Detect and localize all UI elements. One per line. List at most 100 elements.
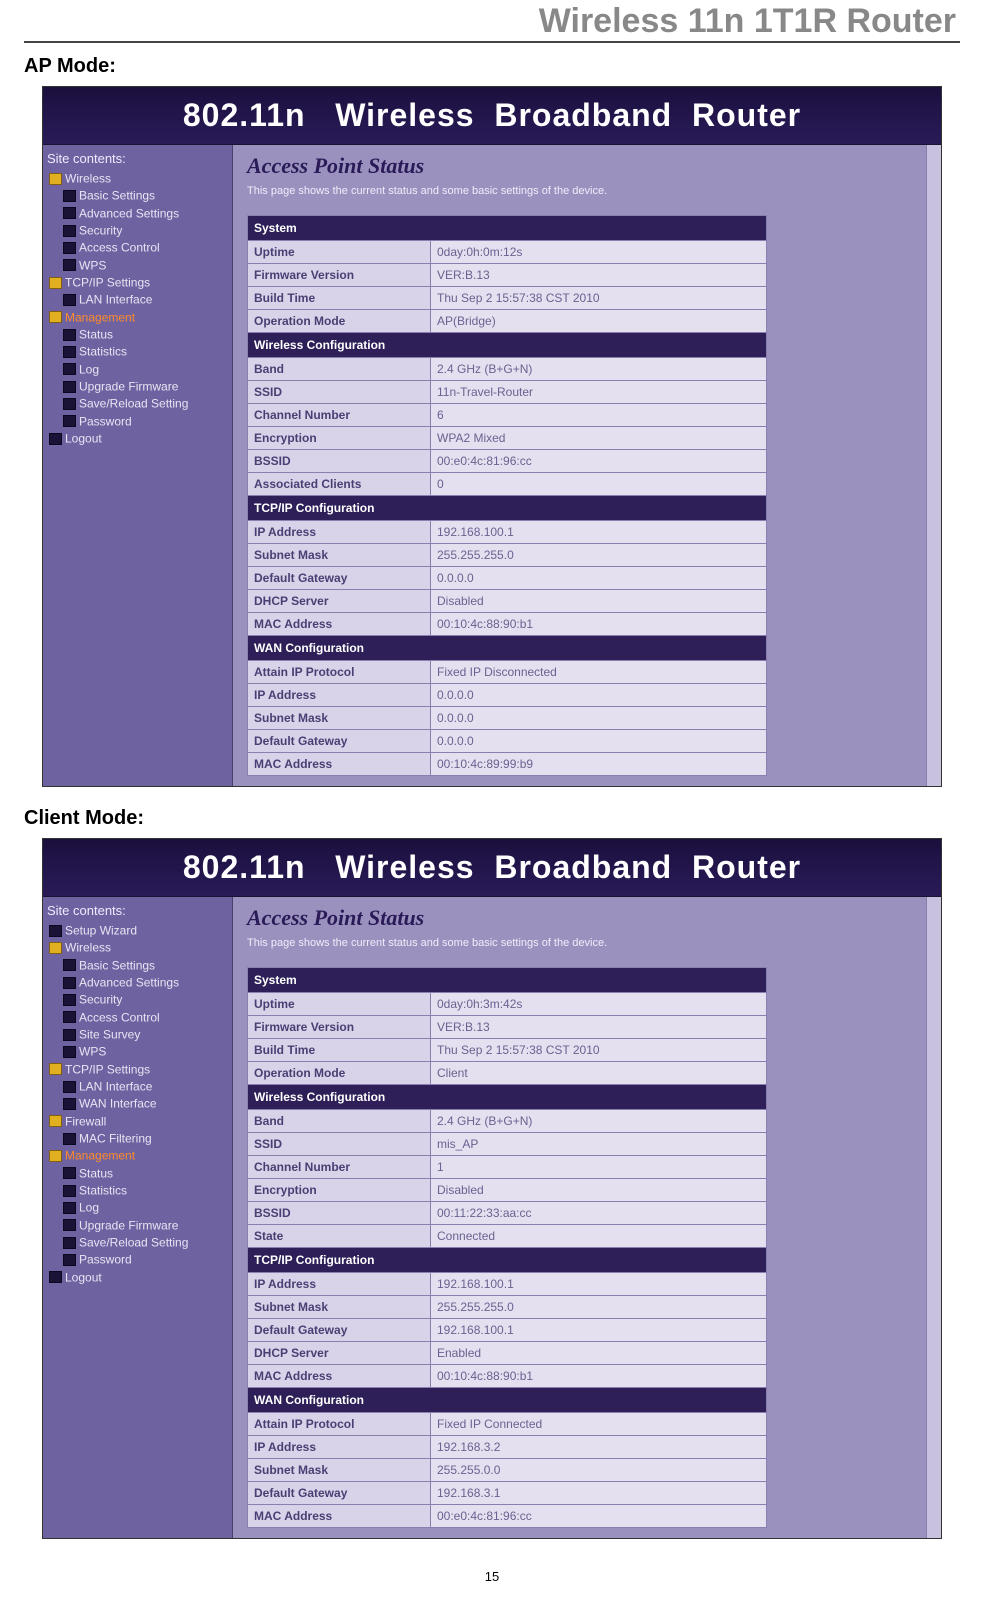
nav-item-wps[interactable]: WPS [63, 1043, 228, 1060]
nav-item-basic-settings[interactable]: Basic Settings [63, 187, 228, 204]
nav-item-security[interactable]: Security [63, 222, 228, 239]
scrollbar[interactable] [926, 897, 941, 1538]
row-value: Disabled [431, 590, 767, 613]
nav-item-password[interactable]: Password [63, 413, 228, 430]
nav-folder-management[interactable]: ManagementStatusStatisticsLogUpgrade Fir… [49, 309, 228, 430]
nav-label: Security [79, 993, 122, 1007]
nav-label: Security [79, 223, 122, 237]
nav-item-wps[interactable]: WPS [63, 257, 228, 274]
nav-item-password[interactable]: Password [63, 1251, 228, 1268]
nav-item-status[interactable]: Status [63, 1165, 228, 1182]
table-row: Band2.4 GHz (B+G+N) [248, 358, 767, 381]
table-row: Attain IP ProtocolFixed IP Connected [248, 1413, 767, 1436]
page-icon [49, 925, 62, 937]
nav-item-advanced-settings[interactable]: Advanced Settings [63, 205, 228, 222]
row-label: Default Gateway [248, 1319, 431, 1342]
table-row: Uptime0day:0h:0m:12s [248, 241, 767, 264]
row-label: DHCP Server [248, 590, 431, 613]
status-table: SystemUptime0day:0h:0m:12sFirmware Versi… [247, 215, 767, 776]
page-icon [49, 433, 62, 445]
nav-item-access-control[interactable]: Access Control [63, 239, 228, 256]
nav-folder-tcp-ip-settings[interactable]: TCP/IP SettingsLAN Interface [49, 274, 228, 309]
nav-item-setup-wizard[interactable]: Setup Wizard [49, 922, 228, 939]
page-icon [63, 1029, 76, 1041]
row-label: IP Address [248, 1436, 431, 1459]
page-icon [63, 398, 76, 410]
nav-item-upgrade-firmware[interactable]: Upgrade Firmware [63, 378, 228, 395]
nav-folder-management[interactable]: ManagementStatusStatisticsLogUpgrade Fir… [49, 1147, 228, 1268]
row-label: Uptime [248, 241, 431, 264]
row-value: 11n-Travel-Router [431, 381, 767, 404]
nav-folder-wireless[interactable]: Wireless Basic SettingsAdvanced Settings S… [49, 939, 228, 1060]
nav-item-lan-interface[interactable]: LAN Interface [63, 291, 228, 308]
table-row: Subnet Mask255.255.0.0 [248, 1459, 767, 1482]
row-label: Default Gateway [248, 567, 431, 590]
page-icon [63, 994, 76, 1006]
page-icon [63, 329, 76, 341]
page-icon [63, 242, 76, 254]
nav-folder-wireless[interactable]: Wireless Basic SettingsAdvanced SettingsS… [49, 170, 228, 274]
row-value: 192.168.3.1 [431, 1482, 767, 1505]
table-row: Subnet Mask0.0.0.0 [248, 707, 767, 730]
row-label: Attain IP Protocol [248, 1413, 431, 1436]
nav-label: Statistics [79, 345, 127, 359]
row-value: 00:11:22:33:aa:cc [431, 1202, 767, 1225]
page-icon [63, 1133, 76, 1145]
row-value: 0.0.0.0 [431, 567, 767, 590]
nav-label: Wireless [65, 171, 111, 185]
row-label: Subnet Mask [248, 544, 431, 567]
nav-item-logout[interactable]: Logout [49, 1269, 228, 1286]
scrollbar[interactable] [926, 145, 941, 786]
table-row: Channel Number1 [248, 1156, 767, 1179]
nav-label: Wireless [65, 941, 111, 955]
nav-label: Log [79, 362, 99, 376]
nav-item-advanced-settings[interactable]: Advanced Settings [63, 974, 228, 991]
main-panel: Access Point Status This page shows the … [233, 145, 926, 786]
row-value: Fixed IP Connected [431, 1413, 767, 1436]
nav-item-mac-filtering[interactable]: MAC Filtering [63, 1130, 228, 1147]
section-heading: System [248, 968, 767, 993]
page-icon [63, 1098, 76, 1110]
nav-item-statistics[interactable]: Statistics [63, 343, 228, 360]
nav-item-upgrade-firmware[interactable]: Upgrade Firmware [63, 1217, 228, 1234]
row-value: VER:B.13 [431, 1016, 767, 1039]
nav-item-lan-interface[interactable]: LAN Interface [63, 1078, 228, 1095]
nav-item-save-reload-setting[interactable]: Save/Reload Setting [63, 395, 228, 412]
table-row: Operation ModeAP(Bridge) [248, 310, 767, 333]
row-label: Build Time [248, 287, 431, 310]
page-icon [63, 294, 76, 306]
nav-item-log[interactable]: Log [63, 1199, 228, 1216]
nav-label: WAN Interface [79, 1097, 157, 1111]
nav-item-status[interactable]: Status [63, 326, 228, 343]
nav-item-wan-interface[interactable]: WAN Interface [63, 1095, 228, 1112]
nav-item-security[interactable]: Security [63, 991, 228, 1008]
page-icon [63, 1081, 76, 1093]
nav-label: Status [79, 1166, 113, 1180]
folder-icon [49, 277, 62, 289]
table-row: DHCP ServerDisabled [248, 590, 767, 613]
row-label: Associated Clients [248, 473, 431, 496]
nav-item-access-control[interactable]: Access Control [63, 1009, 228, 1026]
nav-folder-tcp-ip-settings[interactable]: TCP/IP SettingsLAN InterfaceWAN Interfac… [49, 1061, 228, 1113]
nav-item-log[interactable]: Log [63, 361, 228, 378]
table-row: Band2.4 GHz (B+G+N) [248, 1110, 767, 1133]
folder-icon [49, 942, 62, 954]
nav-folder-firewall[interactable]: FirewallMAC Filtering [49, 1113, 228, 1148]
nav-item-basic-settings[interactable]: Basic Settings [63, 957, 228, 974]
client-mode-screenshot: 802.11n Wireless Broadband Router Site c… [42, 838, 942, 1539]
row-label: Default Gateway [248, 730, 431, 753]
nav-item-save-reload-setting[interactable]: Save/Reload Setting [63, 1234, 228, 1251]
table-row: Build TimeThu Sep 2 15:57:38 CST 2010 [248, 1039, 767, 1062]
nav-item-statistics[interactable]: Statistics [63, 1182, 228, 1199]
table-row: EncryptionWPA2 Mixed [248, 427, 767, 450]
row-value: 0day:0h:0m:12s [431, 241, 767, 264]
nav-label: Save/Reload Setting [79, 1235, 188, 1249]
page-description: This page shows the current status and s… [247, 185, 916, 197]
nav-item-site-survey[interactable]: Site Survey [63, 1026, 228, 1043]
row-label: BSSID [248, 450, 431, 473]
table-row: SSID11n-Travel-Router [248, 381, 767, 404]
router-banner: 802.11n Wireless Broadband Router [43, 839, 941, 897]
nav-item-logout[interactable]: Logout [49, 430, 228, 447]
table-row: MAC Address00:10:4c:88:90:b1 [248, 1365, 767, 1388]
row-label: IP Address [248, 1273, 431, 1296]
